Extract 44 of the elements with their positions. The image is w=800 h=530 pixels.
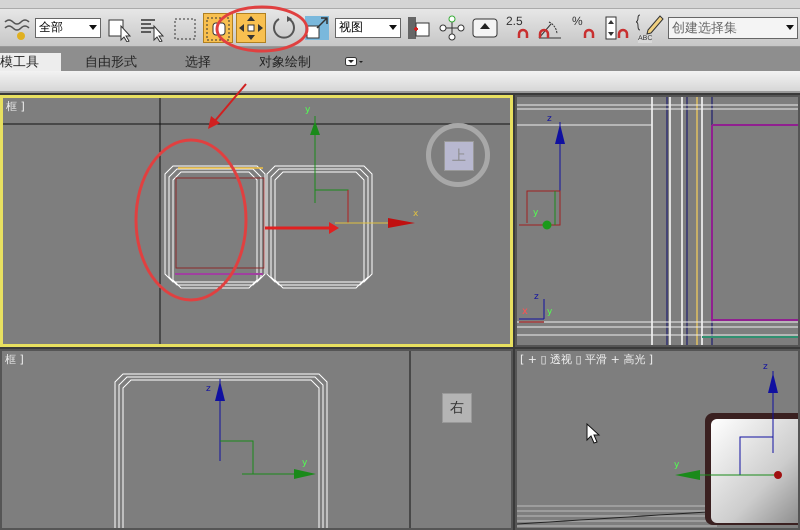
- percent-snap-icon: [583, 28, 595, 38]
- mouse-cursor-icon: [586, 422, 600, 444]
- snap-magnet-button[interactable]: 2.5: [503, 12, 533, 42]
- axis-label: z: [547, 114, 552, 124]
- viewport[interactable]: y x 框 ] 上: [0, 95, 513, 347]
- viewport-label[interactable]: 框 ]: [5, 352, 24, 367]
- axis-label: y: [302, 458, 308, 468]
- move-button[interactable]: [236, 12, 266, 42]
- dropdown[interactable]: 视图: [335, 18, 401, 38]
- node-graph-button[interactable]: [437, 12, 467, 42]
- viewport-label[interactable]: [ + ▯ 透视 ▯ 平滑 + 高光 ]: [520, 352, 654, 367]
- move-icon: [237, 14, 265, 42]
- ribbon-tab[interactable]: 模工具: [0, 53, 61, 71]
- node-graph-icon: [438, 14, 466, 42]
- ribbon-tab[interactable]: 自由形式: [61, 53, 161, 71]
- dropdown[interactable]: 全部: [35, 18, 101, 38]
- axis-label: y: [547, 307, 552, 317]
- viewcube[interactable]: 右: [442, 393, 472, 423]
- annotation-arrow: [208, 83, 247, 129]
- axis-label: y: [533, 208, 538, 218]
- ribbon-tab[interactable]: 对象绘制: [235, 53, 335, 71]
- viewport[interactable]: z y z x y: [515, 95, 800, 347]
- caret-icon: [389, 25, 397, 30]
- snap-magnet-icon: [517, 28, 529, 38]
- viewport[interactable]: z y 框 ] 右: [0, 349, 513, 530]
- axis-tripod-icon: [518, 298, 544, 322]
- dropdown-icon[interactable]: [345, 57, 363, 67]
- axis-label: z: [534, 292, 539, 302]
- axis-label: y: [305, 105, 310, 115]
- axis-label: x: [522, 306, 528, 317]
- caret-icon: [786, 25, 794, 30]
- viewport[interactable]: z y [ + ▯ 透视 ▯ 平滑 + 高光 ]: [515, 349, 800, 530]
- viewport-label[interactable]: 框 ]: [6, 99, 25, 114]
- percent-snap-button[interactable]: %: [569, 12, 599, 42]
- named-selection-dropdown[interactable]: 创建选择集: [668, 16, 798, 38]
- axis-label: z: [206, 384, 211, 394]
- scale-icon: [303, 14, 331, 42]
- axis-label: y: [674, 460, 680, 470]
- caret-icon: [89, 25, 97, 30]
- rotate-icon: [270, 14, 298, 42]
- spinner-snap-icon: [603, 14, 631, 42]
- axis-label: z: [763, 362, 768, 372]
- ribbon-tab[interactable]: 选择: [161, 53, 235, 71]
- axis-label: x: [413, 209, 418, 219]
